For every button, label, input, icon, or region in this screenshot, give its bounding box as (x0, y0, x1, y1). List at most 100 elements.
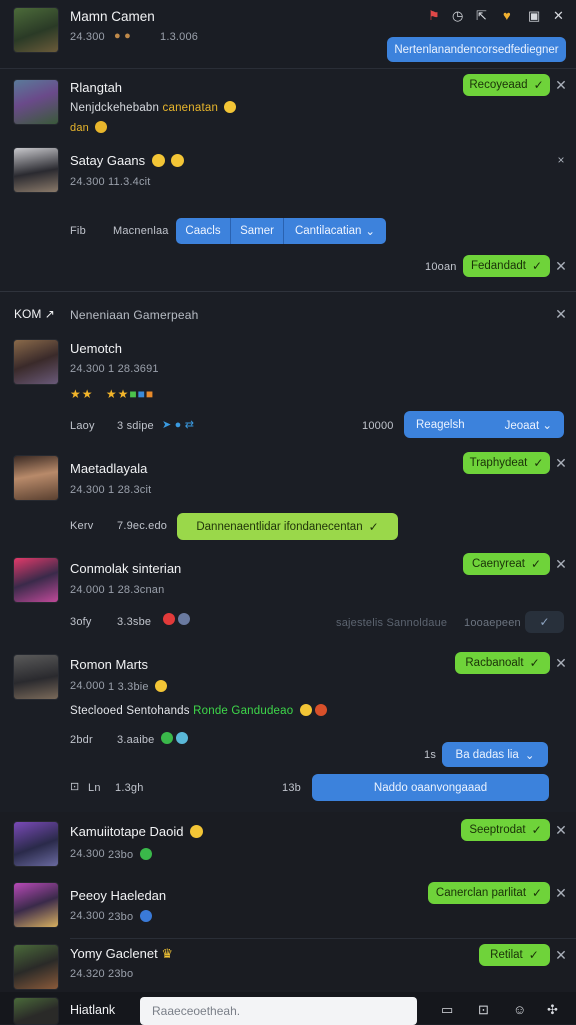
item3-row-label-2: 1.3gh (115, 782, 144, 794)
item5-meta: 24.300 (70, 910, 105, 922)
card2-status-label: Fedandadt (470, 260, 526, 272)
item1-close-icon[interactable]: ✕ (554, 455, 568, 472)
item5-status-button[interactable]: Canerclan parlitat ✓ (428, 882, 550, 904)
item2-meta: 24.000 (70, 584, 105, 596)
item3-close-icon[interactable]: ✕ (554, 655, 568, 672)
item5-avatar[interactable] (14, 883, 58, 927)
card2-footer-text: 10oan (425, 261, 457, 273)
smile-icon (171, 154, 185, 167)
segment-3[interactable]: Cantilacatian ⌄ (284, 218, 386, 244)
item1-meta-2: 1 28.3cit (108, 484, 152, 496)
card2-name: Satay Gaans (70, 153, 185, 168)
item6-avatar[interactable] (14, 945, 58, 989)
item1-status-button[interactable]: Traphydeat ✓ (463, 452, 550, 474)
item2-avatar[interactable] (14, 558, 58, 602)
window-icon[interactable]: ▣ (528, 8, 540, 24)
card1-status-button[interactable]: Recoyeaad ✓ (463, 74, 550, 96)
card1-close-icon[interactable]: ✕ (554, 77, 568, 94)
item3-tag: 2bdr (70, 734, 93, 746)
check-icon: ✓ (531, 823, 542, 837)
item0-dropdown[interactable]: Reagelsh Jeoaat ⌄ (404, 411, 564, 438)
section-close-icon[interactable]: ✕ (554, 306, 568, 323)
item1-tag: Kerv (70, 520, 94, 532)
item1-wide-label: Dannenaentlidar ifondanecentan (196, 520, 363, 533)
heart-icon[interactable]: ♥ (503, 8, 511, 23)
smile-icon (299, 704, 312, 716)
segment-2[interactable]: Samer (231, 218, 284, 244)
item4-meta: 24.300 (70, 848, 105, 860)
item3-tag-2: 3.aaibe (117, 734, 155, 746)
media-icon[interactable]: ⊡ (478, 1002, 489, 1018)
settings-icon[interactable]: ✣ (547, 1002, 558, 1018)
item2-close-icon[interactable]: ✕ (554, 556, 568, 573)
check-icon: ✓ (368, 519, 379, 534)
item4-status-button[interactable]: Seeptrodat ✓ (461, 819, 550, 841)
footer-label: Hiatlank (70, 1003, 116, 1017)
message-input[interactable]: Raaeceoetheah. (140, 997, 417, 1025)
item5-meta-2: 23bo (108, 910, 152, 923)
card2-close-icon[interactable]: × (554, 153, 568, 167)
item4-avatar[interactable] (14, 822, 58, 866)
divider (70, 938, 576, 939)
check-icon: ✓ (531, 259, 543, 273)
item3-status-button[interactable]: Racbanoalt ✓ (455, 652, 550, 674)
close-icon[interactable]: ✕ (553, 8, 564, 24)
smile-icon (155, 680, 168, 692)
check-icon: ✓ (531, 557, 542, 571)
item0-tag-2: 3 sdipe (117, 420, 154, 432)
item1-wide-button[interactable]: Dannenaentlidar ifondanecentan ✓ (177, 513, 398, 540)
item3-desc-text: Steclooed Sentohands (70, 705, 190, 717)
check-icon: ✓ (532, 886, 543, 900)
item1-tag-2: 7.9ec.edo (117, 520, 168, 532)
card2-avatar[interactable] (14, 148, 58, 192)
card2-close-icon-2[interactable]: ✕ (554, 258, 568, 275)
header-meta-icons: ● ● (114, 30, 131, 42)
segment-1[interactable]: Caacls (176, 218, 231, 244)
item4-meta-2: 23bo (108, 848, 152, 861)
notification-icon[interactable]: ⚑ (428, 8, 440, 24)
item2-name: Conmolak sinterian (70, 561, 182, 576)
card1-name: Rlangtah (70, 80, 123, 95)
chat-icon[interactable]: ▭ (441, 1002, 453, 1018)
item5-close-icon[interactable]: ✕ (554, 885, 568, 902)
item5-meta-2-text: 23bo (108, 911, 134, 923)
item0-dropdown-right-group: Jeoaat ⌄ (505, 418, 552, 432)
item3-blue-button[interactable]: Ba dadas lia ⌄ (442, 742, 548, 767)
item1-name: Maetadlayala (70, 461, 148, 476)
header-avatar[interactable] (14, 8, 58, 52)
item3-wide-blue-button[interactable]: Naddo oaanvongaaad (312, 774, 549, 801)
item2-meta-2: 1 28.3cnan (108, 584, 165, 596)
item2-status-label: Caenyreat (471, 558, 525, 570)
emoji-icon[interactable]: ☺ (513, 1002, 526, 1017)
item3-tag-icons (158, 732, 188, 745)
clock-icon[interactable]: ◷ (452, 8, 463, 24)
share-icon[interactable]: ⇱ (476, 8, 487, 24)
section-subtitle: Neneniaan Gamerpeah (70, 308, 199, 322)
section-title-text: KOM (14, 307, 42, 321)
item3-avatar[interactable] (14, 655, 58, 699)
item1-avatar[interactable] (14, 456, 58, 500)
item3-row-label-3: 13b (282, 782, 301, 794)
item3-meta: 24.000 (70, 680, 105, 692)
smile-icon (190, 825, 204, 838)
card1-desc: Nenjdckehebabn canenatan (70, 101, 237, 114)
item0-avatar[interactable] (14, 340, 58, 384)
section-title: KOM ↗ (14, 307, 55, 321)
footer-avatar[interactable] (14, 998, 58, 1024)
smile-icon (224, 101, 237, 113)
card2-status-button[interactable]: Fedandadt ✓ (463, 255, 550, 277)
item2-tag: 3ofy (70, 616, 92, 628)
item3-small-label: 1s (424, 749, 437, 761)
item2-faded-text: sajestelis Sannoldaue (336, 617, 448, 629)
item2-status-button[interactable]: Caenyreat ✓ (463, 553, 550, 575)
item6-close-icon[interactable]: ✕ (554, 947, 568, 964)
check-icon: ✓ (533, 456, 544, 470)
item2-dark-button[interactable]: ✓ (525, 611, 564, 633)
header-title: Mamn Camen (70, 9, 155, 24)
face-icon (163, 613, 175, 625)
header-action-button[interactable]: Nertenlanandencorsedfediegner (387, 37, 566, 62)
item5-name: Peeoy Haeledan (70, 888, 167, 903)
item6-status-button[interactable]: Retilat ✓ (479, 944, 550, 966)
card1-avatar[interactable] (14, 80, 58, 124)
item4-close-icon[interactable]: ✕ (554, 822, 568, 839)
